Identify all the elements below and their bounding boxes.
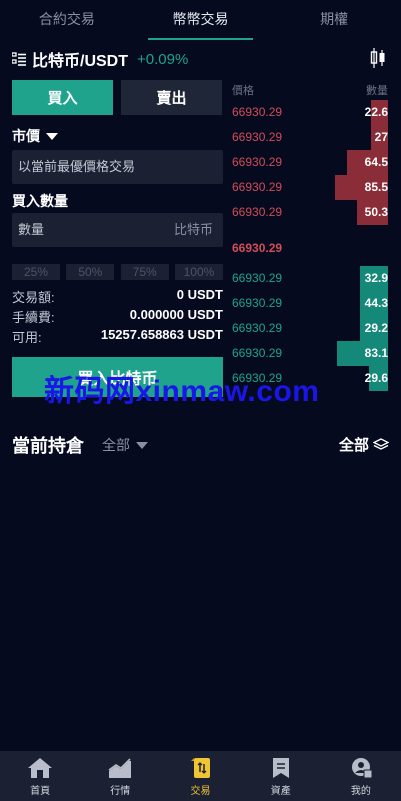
ask-row[interactable]: 66930.29 22.6 bbox=[232, 100, 388, 125]
trade-icon bbox=[190, 758, 210, 778]
nav-assets[interactable]: 資產 bbox=[241, 751, 321, 801]
caret-down-icon bbox=[46, 132, 58, 140]
available-value: 15257.658863 USDT bbox=[100, 327, 223, 342]
bid-qty: 83.1 bbox=[364, 346, 388, 360]
chart-icon bbox=[108, 758, 132, 778]
ask-qty: 50.3 bbox=[364, 205, 388, 219]
percent-75-button[interactable]: 75% bbox=[120, 264, 169, 280]
bid-price: 66930.29 bbox=[232, 271, 283, 285]
candlestick-chart-icon[interactable] bbox=[369, 47, 387, 69]
bid-qty: 32.9 bbox=[364, 271, 388, 285]
quantity-unit: 比特币 bbox=[173, 222, 213, 237]
profile-icon bbox=[351, 758, 373, 779]
ask-price: 66930.29 bbox=[232, 180, 283, 194]
price-field[interactable]: 以當前最優價格交易 bbox=[12, 150, 223, 184]
quantity-label: 買入數量 bbox=[12, 193, 68, 209]
quantity-input[interactable]: 數量 比特币 bbox=[12, 213, 223, 247]
nav-market[interactable]: 行情 bbox=[80, 751, 160, 801]
bottom-nav: 首頁 行情 交易 資產 我的 bbox=[0, 751, 401, 801]
sell-button[interactable]: 賣出 bbox=[121, 80, 222, 115]
bid-qty: 29.2 bbox=[364, 321, 388, 335]
pair-change: +0.09% bbox=[137, 50, 189, 68]
order-type-label: 市價 bbox=[12, 128, 40, 144]
fee-row: 手續費: 0.000000 USDT bbox=[12, 307, 223, 325]
trade-amount-label: 交易額: bbox=[12, 290, 55, 305]
caret-down-icon bbox=[136, 441, 148, 449]
nav-trade-label: 交易 bbox=[190, 786, 211, 797]
trade-amount-value: 0 USDT bbox=[176, 287, 223, 302]
positions-all-button[interactable]: 全部 bbox=[339, 434, 389, 455]
bid-row[interactable]: 66930.29 29.2 bbox=[232, 316, 388, 341]
pair-name[interactable]: 比特币/USDT bbox=[32, 47, 128, 71]
tab-contract[interactable]: 合約交易 bbox=[0, 0, 134, 40]
available-label: 可用: bbox=[12, 330, 42, 345]
ask-price: 66930.29 bbox=[232, 105, 283, 119]
ask-row[interactable]: 66930.29 27 bbox=[232, 125, 388, 150]
watermark: 新码网xinmaw.com bbox=[44, 375, 320, 408]
fee-value: 0.000000 USDT bbox=[129, 307, 223, 322]
bid-price: 66930.29 bbox=[232, 296, 283, 310]
nav-assets-label: 資產 bbox=[270, 786, 291, 797]
percent-25-button[interactable]: 25% bbox=[12, 264, 60, 280]
nav-home[interactable]: 首頁 bbox=[0, 751, 80, 801]
last-price: 66930.29 bbox=[232, 241, 283, 255]
bid-qty: 44.3 bbox=[364, 296, 388, 310]
buy-button[interactable]: 買入 bbox=[12, 80, 113, 115]
positions-title: 當前持倉 bbox=[12, 436, 84, 456]
quantity-header: 數量 bbox=[366, 85, 388, 97]
ask-price: 66930.29 bbox=[232, 205, 283, 219]
bid-row[interactable]: 66930.29 44.3 bbox=[232, 291, 388, 316]
percent-selector: 25% 50% 75% 100% bbox=[12, 264, 223, 280]
nav-profile[interactable]: 我的 bbox=[321, 751, 401, 801]
bid-price: 66930.29 bbox=[232, 346, 283, 360]
tab-options[interactable]: 期權 bbox=[267, 0, 401, 40]
ask-price: 66930.29 bbox=[232, 155, 283, 169]
bid-row[interactable]: 66930.29 32.9 bbox=[232, 266, 388, 291]
ask-row[interactable]: 66930.29 85.5 bbox=[232, 175, 388, 200]
bid-row[interactable]: 66930.29 83.1 bbox=[232, 341, 388, 366]
wallet-icon bbox=[272, 758, 289, 778]
quantity-placeholder: 數量 bbox=[18, 222, 45, 237]
home-icon bbox=[28, 758, 53, 778]
percent-50-button[interactable]: 50% bbox=[66, 264, 115, 280]
ask-price: 66930.29 bbox=[232, 130, 283, 144]
ask-row[interactable]: 66930.29 50.3 bbox=[232, 200, 388, 225]
price-header: 價格 bbox=[232, 85, 254, 97]
nav-market-label: 行情 bbox=[110, 786, 131, 797]
pair-header[interactable]: 比特币/USDT +0.09% bbox=[12, 48, 188, 70]
available-row: 可用: 15257.658863 USDT bbox=[12, 327, 223, 345]
ask-qty: 64.5 bbox=[364, 155, 388, 169]
nav-trade[interactable]: 交易 bbox=[160, 751, 240, 801]
layers-icon bbox=[373, 437, 389, 450]
fee-label: 手續費: bbox=[12, 310, 55, 325]
orderbook-header: 價格 數量 bbox=[232, 82, 388, 98]
ask-qty: 85.5 bbox=[364, 180, 388, 194]
positions-filter-label: 全部 bbox=[102, 437, 130, 453]
bid-qty: 29.6 bbox=[364, 371, 388, 385]
price-placeholder: 以當前最優價格交易 bbox=[18, 159, 136, 174]
nav-profile-label: 我的 bbox=[350, 786, 371, 797]
bid-price: 66930.29 bbox=[232, 321, 283, 335]
tab-spot[interactable]: 幣幣交易 bbox=[134, 0, 268, 40]
positions-filter-dropdown[interactable]: 全部 bbox=[102, 435, 148, 455]
menu-list-icon[interactable] bbox=[12, 52, 26, 66]
percent-100-button[interactable]: 100% bbox=[174, 264, 223, 280]
order-type-dropdown[interactable]: 市價 bbox=[12, 126, 58, 146]
ask-row[interactable]: 66930.29 64.5 bbox=[232, 150, 388, 175]
ask-qty: 22.6 bbox=[364, 105, 388, 119]
nav-home-label: 首頁 bbox=[30, 786, 51, 797]
positions-all-label: 全部 bbox=[338, 437, 369, 454]
ask-qty: 27 bbox=[374, 130, 388, 144]
top-tabs: 合約交易 幣幣交易 期權 bbox=[0, 0, 401, 40]
trade-amount-row: 交易額: 0 USDT bbox=[12, 287, 223, 305]
